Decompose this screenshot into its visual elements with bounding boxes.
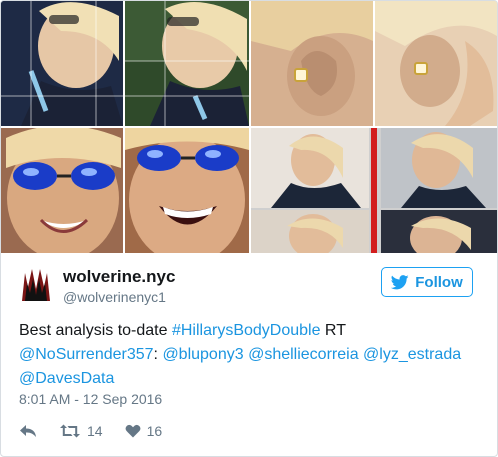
tweet-card: wolverine.nyc @wolverinenyc1 Follow Best… [0,0,498,457]
user-handle[interactable]: @wolverinenyc1 [63,289,166,305]
tweet-text-prefix: Best analysis to-date [19,322,172,339]
photo-2-image [125,1,249,126]
like-count: 16 [146,423,163,439]
heart-icon [125,424,141,438]
follow-label: Follow [415,273,463,291]
photo-7[interactable] [251,128,497,253]
mention-source-link[interactable]: @NoSurrender357 [19,346,154,363]
mention-link[interactable]: @blupony3 [162,346,243,363]
mention-link[interactable]: @lyz_estrada [363,346,461,363]
tweet-header: wolverine.nyc @wolverinenyc1 Follow [19,263,489,305]
photo-6[interactable] [125,128,249,253]
retweet-count: 14 [87,423,103,439]
retweet-button[interactable]: 14 [59,423,103,439]
like-button[interactable]: 16 [125,423,163,439]
follow-button[interactable]: Follow [381,267,473,297]
twitter-bird-icon [391,274,409,289]
photo-1-image [1,1,123,126]
photo-7-image [251,128,497,253]
photo-4-image [375,1,497,126]
retweet-icon [60,424,80,438]
photo-3-image [251,1,373,126]
photo-2[interactable] [125,1,249,126]
reply-icon [20,425,36,437]
mention-link[interactable]: @DavesData [19,370,114,387]
photo-5-image [1,128,123,253]
photo-6-image [125,128,249,253]
photo-collage[interactable] [1,1,497,253]
wolverine-logo-icon[interactable] [19,265,53,303]
photo-3[interactable] [251,1,373,126]
photo-5[interactable] [1,128,123,253]
mention-link[interactable]: @shelliecorreia [248,346,359,363]
tweet-actions: 14 16 [19,421,184,441]
hashtag-link[interactable]: #HillarysBodyDouble [172,322,321,339]
rt-text: RT [320,322,346,339]
display-name[interactable]: wolverine.nyc [63,267,175,287]
tweet-timestamp[interactable]: 8:01 AM - 12 Sep 2016 [19,391,162,407]
photo-4[interactable] [375,1,497,126]
reply-button[interactable] [19,424,37,438]
tweet-text: Best analysis to-date #HillarysBodyDoubl… [19,319,484,391]
photo-1[interactable] [1,1,123,126]
